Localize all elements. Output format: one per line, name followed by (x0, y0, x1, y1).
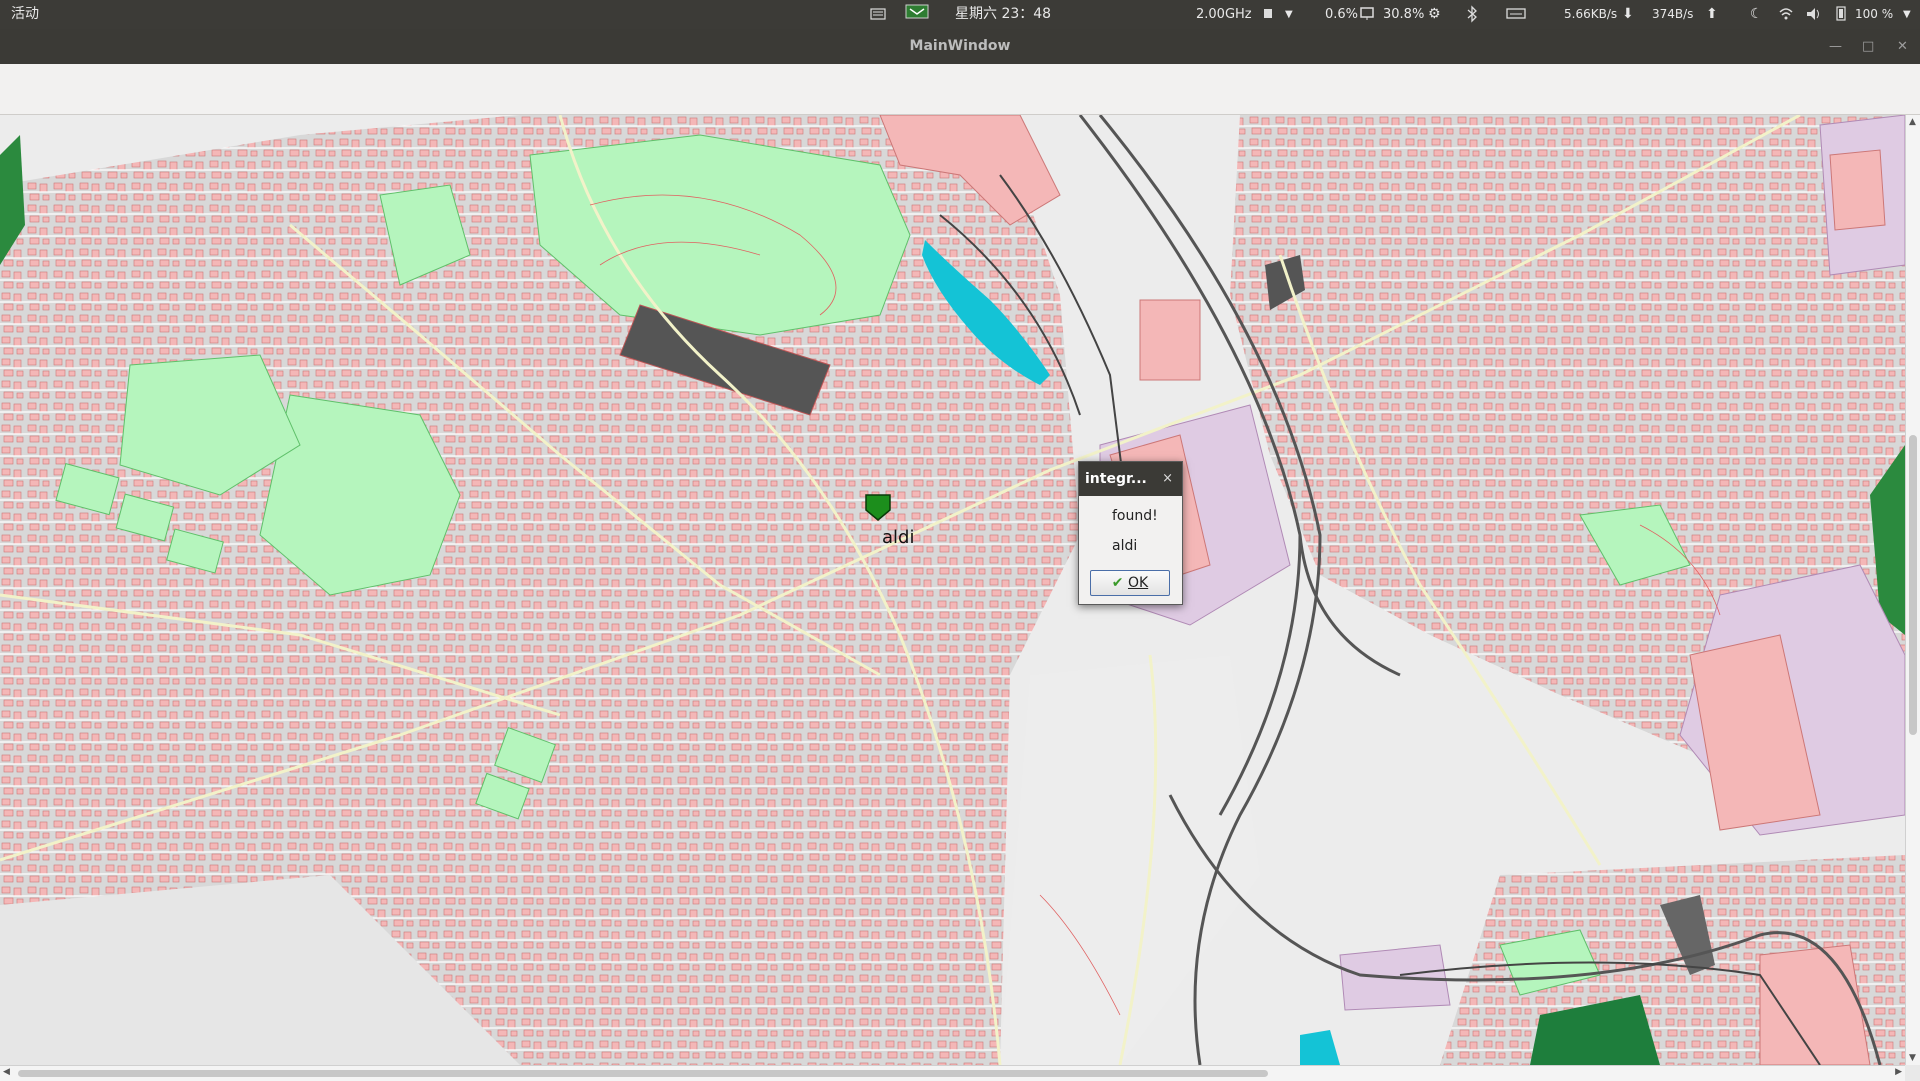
system-menu-chevron-icon[interactable]: ▼ (1903, 0, 1911, 29)
vertical-scrollbar-thumb[interactable] (1909, 435, 1917, 735)
minimize-icon[interactable]: — (1829, 29, 1842, 64)
monitor-icon (1360, 0, 1374, 29)
scroll-up-arrow-icon[interactable]: ▲ (1909, 117, 1916, 127)
download-arrow-icon: ⬇ (1622, 6, 1634, 22)
window-title-bar[interactable]: MainWindow — □ ✕ (0, 29, 1920, 64)
dialog-close-icon[interactable]: × (1162, 462, 1173, 496)
battery-icon[interactable] (1836, 0, 1846, 29)
network-upload-rate: 374B/s (1652, 7, 1694, 21)
clock[interactable]: 星期六 23：48 (955, 0, 1051, 29)
dialog-title-bar[interactable]: integr... × (1079, 462, 1182, 496)
dialog-message-result: aldi (1112, 538, 1138, 554)
vertical-scrollbar[interactable]: ▲ ▼ (1905, 115, 1920, 1065)
scroll-right-arrow-icon[interactable]: ▶ (1895, 1067, 1902, 1077)
network-download-rate: 5.66KB/s (1564, 7, 1618, 21)
activities-button[interactable]: 活动 (11, 0, 39, 29)
night-mode-icon[interactable]: ☾ (1750, 0, 1763, 29)
horizontal-scrollbar[interactable]: ◀ ▶ (0, 1065, 1905, 1081)
battery-level: 100 % (1855, 7, 1894, 21)
system-top-bar: 活动 星期六 23：48 2.00GHz ▼ 0.6% 30.8% ⚙ 5.66… (0, 0, 1920, 29)
cpu-usage: 0.6% (1325, 7, 1359, 22)
ok-button[interactable]: ✔ OK (1090, 570, 1170, 596)
wifi-icon[interactable] (1778, 0, 1794, 29)
scroll-left-arrow-icon[interactable]: ◀ (3, 1067, 10, 1077)
window-title: MainWindow (909, 38, 1011, 54)
upload-arrow-icon: ⬆ (1706, 6, 1718, 22)
horizontal-scrollbar-thumb[interactable] (18, 1070, 1268, 1077)
ok-button-label: OK (1127, 575, 1149, 591)
cpu-frequency[interactable]: 2.00GHz (1196, 0, 1252, 29)
map-view[interactable]: aldi (0, 115, 1905, 1065)
checkmark-icon: ✔ (1111, 575, 1124, 591)
app-indicator-icon[interactable] (905, 0, 929, 29)
keyboard-indicator-icon[interactable] (870, 0, 886, 29)
memory-usage: 30.8% (1383, 7, 1425, 22)
maximize-icon[interactable]: □ (1862, 29, 1874, 64)
close-icon[interactable]: ✕ (1897, 29, 1908, 64)
toolbar-area (0, 64, 1920, 115)
dialog-message-found: found! (1112, 508, 1158, 524)
dialog-title: integr... (1085, 471, 1147, 487)
chevron-down-icon[interactable]: ▼ (1285, 0, 1293, 29)
message-dialog: integr... × found! aldi ✔ OK (1078, 461, 1183, 605)
cpu-icon (1262, 0, 1274, 29)
settings-gear-icon[interactable]: ⚙ (1428, 0, 1441, 29)
scroll-down-arrow-icon[interactable]: ▼ (1909, 1053, 1916, 1063)
map-marker-label: aldi (882, 527, 914, 548)
volume-icon[interactable] (1805, 0, 1821, 29)
keyboard-icon[interactable] (1506, 0, 1526, 29)
bluetooth-icon[interactable] (1466, 0, 1478, 29)
